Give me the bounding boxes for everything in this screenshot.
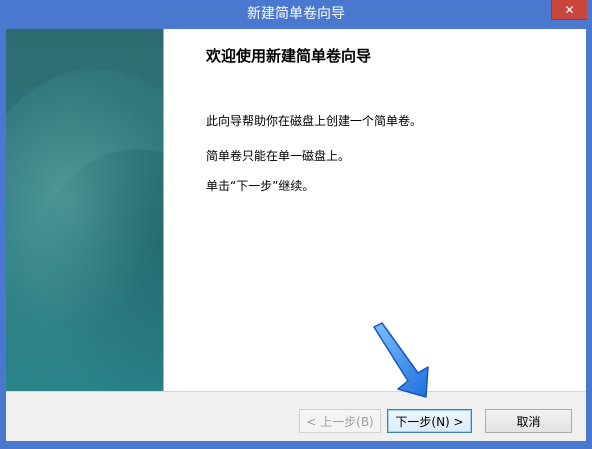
wizard-heading: 欢迎使用新建简单卷向导 [206, 47, 372, 65]
wizard-content: 欢迎使用新建简单卷向导 此向导帮助你在磁盘上创建一个简单卷。 简单卷只能在单一磁… [6, 29, 586, 392]
cancel-button[interactable]: 取消 [485, 409, 572, 433]
wizard-window: 新建简单卷向导 ✕ 欢迎使用新建简单卷向导 此向导帮助你在磁盘上创建一个简单卷。… [0, 0, 592, 449]
back-button[interactable]: < 上一步(B) [299, 409, 381, 433]
window-title: 新建简单卷向导 [247, 6, 345, 22]
next-button[interactable]: 下一步(N) > [387, 409, 472, 433]
wizard-note: 简单卷只能在单一磁盘上。 [206, 149, 351, 163]
side-banner-image [6, 29, 164, 391]
arrow-pointer-icon [373, 322, 429, 398]
wizard-instruction: 单击“下一步”继续。 [206, 179, 315, 193]
close-button[interactable]: ✕ [551, 0, 587, 20]
wizard-description: 此向导帮助你在磁盘上创建一个简单卷。 [206, 114, 423, 128]
close-icon: ✕ [564, 2, 575, 17]
title-bar: 新建简单卷向导 ✕ [0, 0, 592, 29]
wizard-client-area: 欢迎使用新建简单卷向导 此向导帮助你在磁盘上创建一个简单卷。 简单卷只能在单一磁… [6, 29, 586, 441]
